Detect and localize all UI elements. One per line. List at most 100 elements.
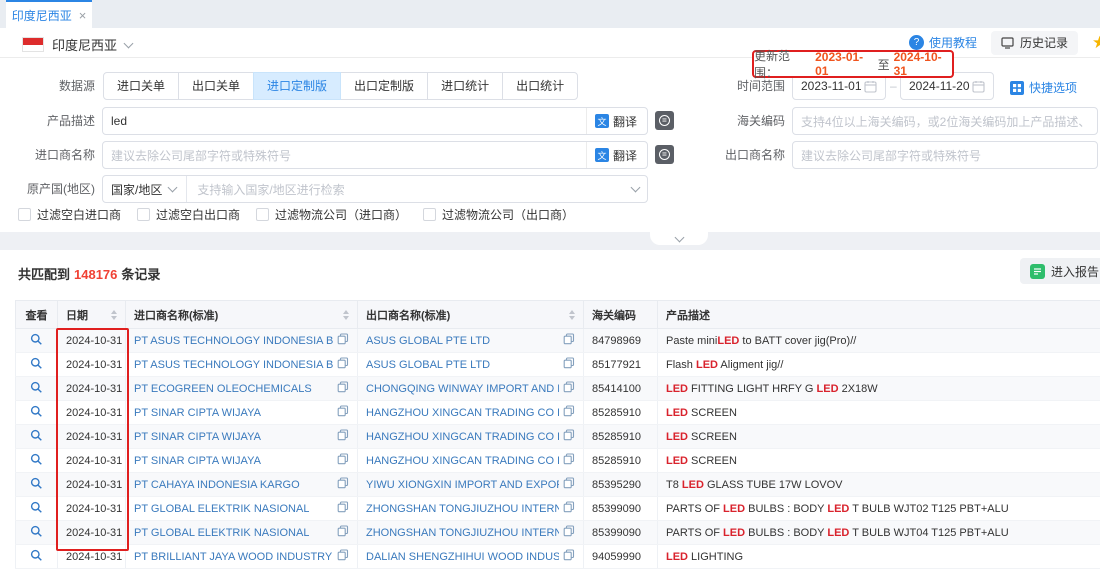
importer-link[interactable]: PT ECOGREEN OLEOCHEMICALS: [134, 383, 312, 395]
date-cell: 2024-10-31: [58, 473, 126, 497]
sort-caret-icon[interactable]: [569, 310, 575, 320]
copy-icon[interactable]: [337, 477, 349, 492]
copy-icon[interactable]: [337, 453, 349, 468]
copy-icon[interactable]: [337, 525, 349, 540]
importer-link[interactable]: PT GLOBAL ELEKTRIK NASIONAL: [134, 527, 309, 539]
update-range-end: 2024-10-31: [894, 50, 952, 78]
copy-icon[interactable]: [563, 453, 575, 468]
importer-name-input[interactable]: 建议去除公司尾部字符或特殊符号 文 翻译: [102, 141, 648, 169]
sort-caret-icon[interactable]: [111, 310, 117, 320]
view-record-button[interactable]: [30, 357, 43, 370]
exporter-link[interactable]: DALIAN SHENGZHIHUI WOOD INDUST...: [366, 551, 559, 563]
country-name: 印度尼西亚: [52, 35, 117, 54]
product-desc-input[interactable]: led 文 翻译: [102, 107, 648, 135]
copy-icon[interactable]: [563, 477, 575, 492]
exporter-link[interactable]: HANGZHOU XINGCAN TRADING CO LTD: [366, 407, 559, 419]
filter-checkbox[interactable]: 过滤空白出口商: [137, 206, 240, 223]
data-source-option[interactable]: 出口定制版: [340, 72, 428, 100]
importer-link[interactable]: PT SINAR CIPTA WIJAYA: [134, 407, 261, 419]
exporter-link[interactable]: HANGZHOU XINGCAN TRADING CO LTD: [366, 431, 559, 443]
view-record-button[interactable]: [30, 453, 43, 466]
filter-checkbox[interactable]: 过滤空白进口商: [18, 206, 121, 223]
copy-icon[interactable]: [563, 357, 575, 372]
enter-report-button[interactable]: 进入报告: [1020, 258, 1100, 284]
origin-country-input[interactable]: 国家/地区 支持输入国家/地区进行检索: [102, 175, 648, 203]
importer-link[interactable]: PT ASUS TECHNOLOGY INDONESIA BA...: [134, 335, 333, 347]
collapse-panel-handle[interactable]: [650, 232, 708, 245]
copy-icon[interactable]: [563, 381, 575, 396]
product-desc-cell: Flash LED Aligment jig//: [658, 353, 1100, 377]
importer-link[interactable]: PT GLOBAL ELEKTRIK NASIONAL: [134, 503, 309, 515]
copy-icon[interactable]: [563, 501, 575, 516]
tab-indonesia[interactable]: 印度尼西亚 ×: [6, 0, 92, 28]
copy-icon[interactable]: [337, 357, 349, 372]
exporter-link[interactable]: HANGZHOU XINGCAN TRADING CO LTD: [366, 455, 559, 467]
importer-link[interactable]: PT SINAR CIPTA WIJAYA: [134, 455, 261, 467]
copy-icon[interactable]: [337, 381, 349, 396]
favorite-star-icon[interactable]: ★: [1092, 33, 1100, 53]
country-selector[interactable]: 印度尼西亚: [22, 35, 132, 54]
exporter-link[interactable]: ZHONGSHAN TONGJIUZHOU INTERNA...: [366, 503, 559, 515]
product-desc-cell: PARTS OF LED BULBS : BODY LED T BULB WJT…: [658, 521, 1100, 545]
column-header[interactable]: 出口商名称(标准): [358, 301, 584, 329]
chevron-down-icon: [168, 183, 178, 193]
exporter-link[interactable]: ZHONGSHAN TONGJIUZHOU INTERNA...: [366, 527, 559, 539]
copy-icon[interactable]: [563, 429, 575, 444]
data-source-option[interactable]: 出口关单: [178, 72, 254, 100]
origin-country-select[interactable]: 国家/地区: [111, 176, 187, 202]
exact-match-icon[interactable]: =: [655, 145, 674, 164]
view-record-button[interactable]: [30, 381, 43, 394]
copy-icon[interactable]: [337, 549, 349, 564]
importer-link[interactable]: PT ASUS TECHNOLOGY INDONESIA BA...: [134, 359, 333, 371]
exporter-link[interactable]: ASUS GLOBAL PTE LTD: [366, 335, 490, 347]
copy-icon[interactable]: [337, 333, 349, 348]
column-header[interactable]: 进口商名称(标准): [126, 301, 358, 329]
copy-icon[interactable]: [337, 429, 349, 444]
view-record-button[interactable]: [30, 525, 43, 538]
exporter-link[interactable]: ASUS GLOBAL PTE LTD: [366, 359, 490, 371]
copy-icon[interactable]: [563, 405, 575, 420]
filter-checkbox-row: 过滤空白进口商过滤空白出口商过滤物流公司（进口商） 过滤物流公司（出口商）: [18, 206, 574, 223]
importer-link[interactable]: PT BRILLIANT JAYA WOOD INDUSTRY: [134, 551, 332, 563]
copy-icon[interactable]: [337, 405, 349, 420]
sort-caret-icon[interactable]: [343, 310, 349, 320]
quick-options-button[interactable]: 快捷选项: [1010, 79, 1077, 96]
records-table: 查看日期进口商名称(标准)出口商名称(标准)海关编码产品描述 2024-10-3…: [15, 300, 1100, 569]
copy-icon[interactable]: [337, 501, 349, 516]
data-source-option[interactable]: 进口关单: [103, 72, 179, 100]
copy-icon[interactable]: [563, 525, 575, 540]
filter-checkbox[interactable]: 过滤物流公司（出口商）: [423, 206, 574, 223]
product-desc-cell: LED SCREEN: [658, 449, 1100, 473]
exporter-link[interactable]: CHONGQING WINWAY IMPORT AND E...: [366, 383, 559, 395]
checkbox-icon: [256, 208, 269, 221]
view-record-button[interactable]: [30, 333, 43, 346]
hs-code-cell: 85399090: [584, 497, 658, 521]
exporter-name-input[interactable]: 建议去除公司尾部字符或特殊符号: [792, 141, 1098, 169]
importer-link[interactable]: PT CAHAYA INDONESIA KARGO: [134, 479, 300, 491]
view-record-button[interactable]: [30, 429, 43, 442]
data-source-option[interactable]: 进口统计: [427, 72, 503, 100]
translate-button[interactable]: 文 翻译: [586, 108, 639, 134]
hs-code-input[interactable]: 支持4位以上海关编码，或2位海关编码加上产品描述、企业名称的任意信息: [792, 107, 1098, 135]
view-record-button[interactable]: [30, 549, 43, 562]
annotation-update-range-box: 更新范围： 2023-01-01 至 2024-10-31: [752, 50, 954, 78]
tutorial-link[interactable]: ? 使用教程: [909, 34, 977, 51]
view-record-button[interactable]: [30, 477, 43, 490]
tab-close-icon[interactable]: ×: [79, 9, 87, 22]
data-source-option[interactable]: 出口统计: [502, 72, 578, 100]
history-button[interactable]: 历史记录: [991, 31, 1078, 55]
date-cell: 2024-10-31: [58, 521, 126, 545]
copy-icon[interactable]: [563, 333, 575, 348]
importer-link[interactable]: PT SINAR CIPTA WIJAYA: [134, 431, 261, 443]
translate-button[interactable]: 文 翻译: [586, 142, 639, 168]
product-desc-cell: T8 LED GLASS TUBE 17W LOVOV: [658, 473, 1100, 497]
view-record-button[interactable]: [30, 501, 43, 514]
view-record-button[interactable]: [30, 405, 43, 418]
exporter-link[interactable]: YIWU XIONGXIN IMPORT AND EXPORT...: [366, 479, 559, 491]
column-header[interactable]: 日期: [58, 301, 126, 329]
data-source-option[interactable]: 进口定制版: [253, 72, 341, 100]
table-row: 2024-10-31PT SINAR CIPTA WIJAYAHANGZHOU …: [16, 401, 1100, 425]
filter-checkbox[interactable]: 过滤物流公司（进口商）: [256, 206, 407, 223]
copy-icon[interactable]: [563, 549, 575, 564]
exact-match-icon[interactable]: =: [655, 111, 674, 130]
